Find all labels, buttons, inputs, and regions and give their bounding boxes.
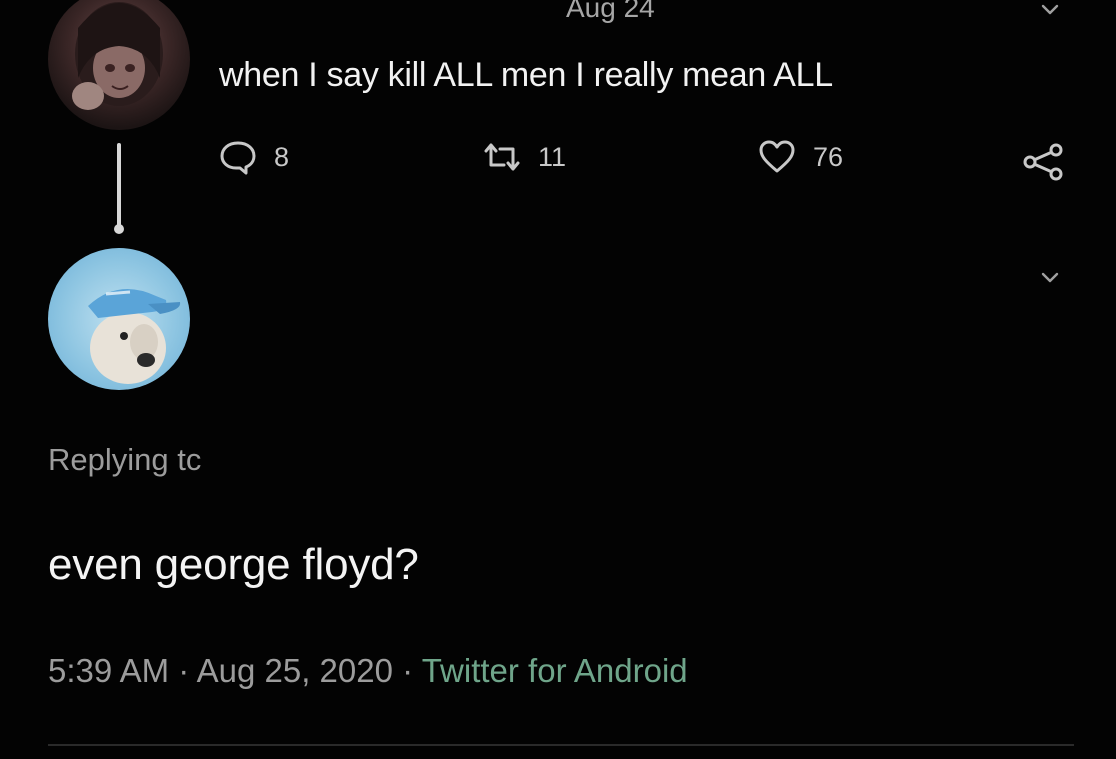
- tweet-thread-view: Aug 24 when I say kill ALL men I really …: [0, 0, 1116, 759]
- tweet-time: 5:39 AM: [48, 652, 170, 689]
- replying-to-label: Replying tc: [48, 442, 202, 477]
- meta-separator: ·: [402, 652, 414, 689]
- chevron-down-icon[interactable]: [1040, 0, 1060, 20]
- reply-avatar[interactable]: [48, 248, 190, 390]
- tweet-source-link[interactable]: Twitter for Android: [422, 652, 688, 689]
- parent-tweet-date: Aug 24: [566, 0, 655, 23]
- reply-tweet-text: even george floyd?: [48, 540, 419, 589]
- speech-bubble-icon: [220, 141, 256, 175]
- thread-connector-dot: [114, 224, 124, 234]
- reply-button[interactable]: 8: [218, 139, 289, 175]
- chevron-down-icon[interactable]: [1040, 268, 1060, 288]
- tweet-date: Aug 25, 2020: [196, 652, 393, 689]
- retweet-count: 11: [538, 141, 567, 172]
- like-button[interactable]: 76: [757, 139, 843, 175]
- reply-count: 8: [274, 141, 290, 172]
- like-count: 76: [813, 141, 844, 172]
- tweet-metadata: 5:39 AM · Aug 25, 2020 · Twitter for And…: [48, 652, 688, 690]
- dog-with-cap-avatar-image: [88, 288, 181, 384]
- retweet-arrows-icon: [484, 143, 520, 171]
- share-button[interactable]: [1020, 142, 1068, 182]
- meta-separator: ·: [178, 652, 190, 689]
- anime-girl-avatar-image: [72, 2, 163, 110]
- retweet-button[interactable]: 11: [482, 139, 566, 175]
- parent-avatar[interactable]: [48, 0, 190, 130]
- parent-tweet-text: when I say kill ALL men I really mean AL…: [219, 56, 833, 94]
- divider: [48, 744, 1074, 746]
- heart-outline-icon: [759, 140, 795, 173]
- thread-connector-line: [117, 143, 121, 229]
- share-nodes-icon: [1023, 143, 1063, 181]
